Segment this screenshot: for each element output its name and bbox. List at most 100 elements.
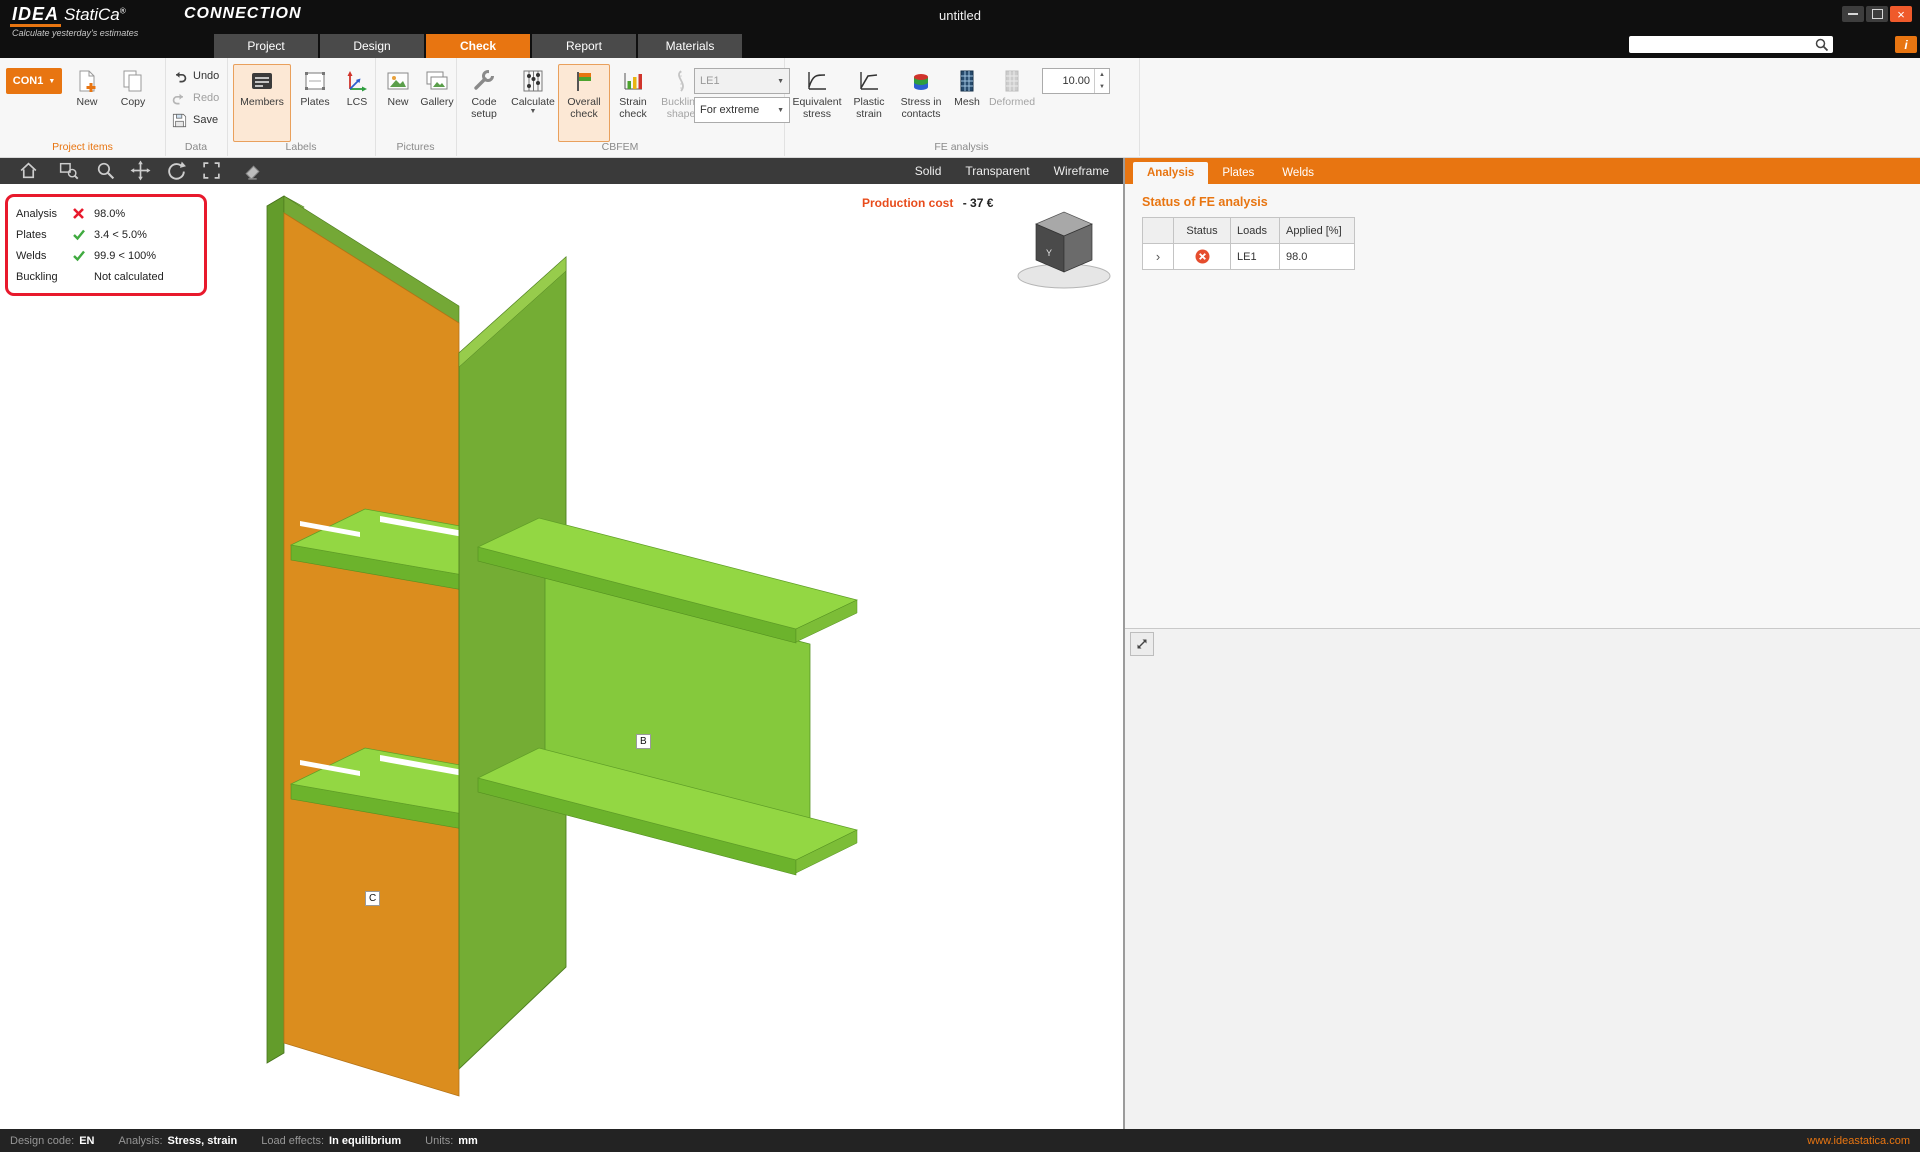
labels-plates-button[interactable]: Plates [291, 64, 339, 142]
production-cost: Production cost - 37 € [862, 196, 993, 210]
summary-label: Buckling [16, 271, 72, 283]
eraser-tool-button[interactable] [240, 159, 264, 182]
tab-check[interactable]: Check [426, 34, 530, 58]
results-tab-welds[interactable]: Welds [1268, 162, 1328, 184]
panel-divider[interactable] [1125, 628, 1920, 629]
undo-icon [171, 68, 188, 85]
home-view-button[interactable] [16, 159, 40, 182]
tab-materials[interactable]: Materials [638, 34, 742, 58]
search-box[interactable] [1629, 36, 1833, 53]
minimize-button[interactable] [1842, 6, 1864, 22]
rotate-icon [166, 160, 187, 181]
undo-button[interactable]: Undo [171, 67, 219, 85]
overall-check-flag-icon [571, 68, 597, 94]
check-summary-callout: Analysis 98.0% Plates 3.4 < 5.0% Welds 9… [5, 194, 207, 296]
column-web [284, 213, 459, 1096]
info-button[interactable]: i [1895, 36, 1917, 53]
plastic-strain-button[interactable]: Plastic strain [844, 64, 894, 142]
panel-splitter[interactable] [1123, 157, 1125, 1129]
code-setup-button[interactable]: Code setup [460, 64, 508, 142]
pan-button[interactable] [128, 159, 152, 182]
connection-item-dropdown[interactable]: CON1 ▼ [6, 68, 62, 94]
strain-check-button[interactable]: Strain check [610, 64, 656, 142]
save-button[interactable]: Save [171, 111, 218, 129]
ribbon-group-pictures: New Gallery Pictures [375, 58, 457, 156]
tab-project[interactable]: Project [214, 34, 318, 58]
member-label-beam[interactable]: B [636, 734, 651, 749]
render-mode-solid[interactable]: Solid [915, 164, 942, 178]
new-label: New [76, 96, 97, 108]
search-icon [1814, 37, 1830, 53]
navigation-cube[interactable]: Y [1018, 212, 1110, 288]
website-link[interactable]: www.ideastatica.com [1807, 1135, 1910, 1147]
connection-item-label: CON1 [13, 75, 44, 87]
loads-header: Loads [1231, 218, 1280, 244]
tab-design[interactable]: Design [320, 34, 424, 58]
labels-members-button[interactable]: Members [233, 64, 291, 142]
table-header-row: Status Loads Applied [%] [1143, 218, 1355, 244]
stress-in-contacts-button[interactable]: Stress in contacts [894, 64, 948, 142]
render-mode-transparent[interactable]: Transparent [965, 164, 1029, 178]
load-effect-select[interactable]: LE1 ▼ [694, 68, 790, 94]
minimize-icon [1848, 13, 1858, 15]
overall-check-button[interactable]: Overall check [558, 64, 610, 142]
status-load-effects: Load effects: In equilibrium [261, 1135, 401, 1147]
home-icon [18, 160, 39, 181]
deformed-button[interactable]: Deformed [986, 64, 1038, 142]
production-cost-label: Production cost [862, 196, 953, 210]
spin-down-icon[interactable]: ▼ [1095, 81, 1109, 93]
summary-label: Welds [16, 250, 72, 262]
labels-lcs-button[interactable]: LCS [339, 64, 375, 142]
expand-cell[interactable]: › [1143, 244, 1174, 270]
calculate-button[interactable]: Calculate ▼ [508, 64, 558, 142]
zoom-button[interactable] [93, 159, 117, 182]
picture-new-button[interactable]: New [379, 64, 417, 142]
new-document-icon [74, 68, 100, 94]
results-tab-plates[interactable]: Plates [1208, 162, 1268, 184]
summary-value: 98.0% [94, 208, 196, 220]
ribbon-group-label: FE analysis [784, 141, 1139, 153]
status-header: Status [1174, 218, 1231, 244]
deformed-scale-spinner[interactable]: 10.00 ▲ ▼ [1042, 68, 1110, 94]
new-picture-icon [385, 68, 411, 94]
stress-in-contacts-icon [908, 68, 934, 94]
copy-button[interactable]: Copy [110, 64, 156, 142]
tab-report[interactable]: Report [532, 34, 636, 58]
mesh-label: Mesh [954, 96, 980, 108]
status-units: Units: mm [425, 1135, 478, 1147]
table-row[interactable]: › LE1 98.0 [1143, 244, 1355, 270]
deformed-scale-value: 10.00 [1043, 75, 1094, 87]
spin-up-icon[interactable]: ▲ [1095, 69, 1109, 81]
close-button[interactable]: × [1890, 6, 1912, 22]
undo-label: Undo [193, 70, 219, 82]
redo-button[interactable]: Redo [171, 89, 219, 107]
extreme-select[interactable]: For extreme ▼ [694, 97, 790, 123]
status-label: Design code: [10, 1135, 74, 1147]
lcs-axes-icon [344, 68, 370, 94]
zoom-fit-button[interactable] [199, 159, 223, 182]
gallery-button[interactable]: Gallery [417, 64, 457, 142]
new-project-item-button[interactable]: New [64, 64, 110, 142]
svg-text:Y: Y [1046, 248, 1052, 258]
strain-check-label: Strain check [611, 96, 655, 120]
maximize-button[interactable] [1866, 6, 1888, 22]
summary-row-buckling: Buckling Not calculated [16, 266, 196, 287]
pane-resize-button[interactable] [1130, 632, 1154, 656]
search-input[interactable] [1629, 37, 1814, 52]
ribbon-group-cbfem: Code setup Calculate ▼ Overall check [456, 58, 785, 156]
ribbon-group-project-items: CON1 ▼ New Copy Project items [0, 58, 166, 156]
model-viewport[interactable]: Y Analysis 98.0% Plates 3.4 < 5.0% Welds… [0, 184, 1123, 1129]
member-label-column[interactable]: C [365, 891, 380, 906]
mesh-button[interactable]: Mesh [948, 64, 986, 142]
rotate-button[interactable] [164, 159, 188, 182]
deformed-label: Deformed [989, 96, 1035, 108]
results-tab-analysis[interactable]: Analysis [1133, 162, 1208, 184]
equivalent-stress-button[interactable]: Equivalent stress [790, 64, 844, 142]
detail-pane [1125, 629, 1920, 1129]
status-value: mm [458, 1135, 478, 1147]
zoom-window-button[interactable] [56, 159, 80, 182]
render-mode-wireframe[interactable]: Wireframe [1054, 164, 1109, 178]
cross-icon [72, 207, 85, 220]
ribbon-group-data: Undo Redo Save Data [165, 58, 228, 156]
code-setup-wrench-icon [471, 68, 497, 94]
